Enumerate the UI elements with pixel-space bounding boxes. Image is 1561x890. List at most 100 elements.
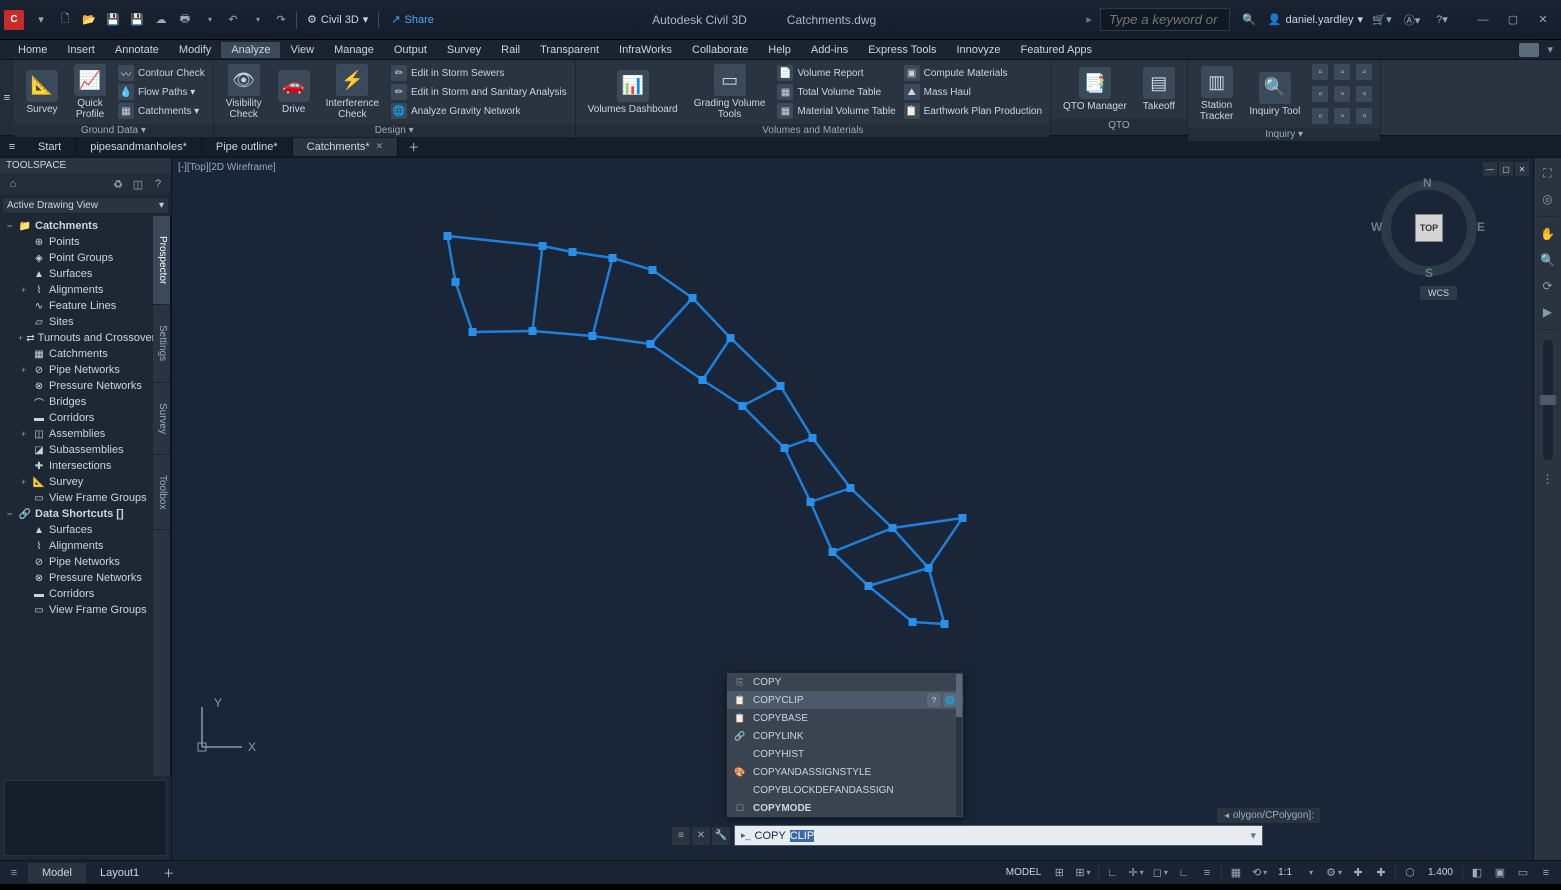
- autocomplete-item[interactable]: 🎨COPYANDASSIGNSTYLE: [727, 763, 963, 781]
- tree-node[interactable]: ▭View Frame Groups: [0, 490, 153, 506]
- ribbon-button[interactable]: 🔍Inquiry Tool: [1243, 70, 1306, 119]
- ribbon-button[interactable]: 📑QTO Manager: [1057, 65, 1133, 114]
- layout-tab[interactable]: Model: [28, 863, 86, 883]
- file-tab[interactable]: pipesandmanholes*: [76, 138, 202, 156]
- ribbon-button[interactable]: ▦Total Volume Table: [775, 83, 897, 101]
- viewcube-face[interactable]: TOP: [1415, 214, 1443, 242]
- tree-expand-icon[interactable]: +: [18, 365, 29, 375]
- tab-start[interactable]: Start: [24, 138, 76, 156]
- tree-expand-icon[interactable]: −: [4, 221, 15, 231]
- tree-node[interactable]: +⌇Alignments: [0, 282, 153, 298]
- status-grid-dd[interactable]: ⊞: [1071, 863, 1094, 883]
- status-clean-icon[interactable]: ▭: [1512, 863, 1534, 883]
- modeltabs-handle[interactable]: ≡: [0, 867, 28, 879]
- vtab-settings[interactable]: Settings: [153, 305, 170, 382]
- menu-home[interactable]: Home: [8, 42, 57, 58]
- open-icon[interactable]: 📂: [78, 9, 100, 31]
- ribbon-button[interactable]: 📄Volume Report: [775, 64, 897, 82]
- ribbon-button[interactable]: ⚡InterferenceCheck: [320, 62, 385, 122]
- workspace-dropdown[interactable]: ⚙ Civil 3D ▾: [301, 11, 374, 28]
- search-go-icon[interactable]: 🔍: [1238, 9, 1260, 31]
- ribbon-button[interactable]: 🚗Drive: [272, 68, 316, 117]
- cart-icon[interactable]: 🛒▾: [1371, 9, 1393, 31]
- close-icon[interactable]: ✕: [376, 141, 384, 152]
- ac-help-icon[interactable]: ?: [927, 693, 941, 707]
- menu-survey[interactable]: Survey: [437, 42, 491, 58]
- status-lwt-icon[interactable]: ≡: [1196, 863, 1218, 883]
- vtab-survey[interactable]: Survey: [153, 383, 170, 455]
- panel-title[interactable]: Ground Data ▾: [14, 124, 213, 137]
- file-tab[interactable]: Pipe outline*: [202, 138, 293, 156]
- tree-node[interactable]: ▭View Frame Groups: [0, 602, 153, 618]
- cmd-recent-icon[interactable]: ≡: [672, 827, 690, 845]
- ribbon-button[interactable]: 📊Volumes Dashboard: [582, 68, 684, 117]
- ribbon-button[interactable]: ✏Edit in Storm Sewers: [389, 64, 569, 82]
- undo-icon[interactable]: ↶: [222, 9, 244, 31]
- status-ortho-icon[interactable]: ∟: [1173, 863, 1195, 883]
- tree-node[interactable]: ◈Point Groups: [0, 250, 153, 266]
- tree-node[interactable]: ✚Intersections: [0, 458, 153, 474]
- ribbon-button[interactable]: 💧Flow Paths ▾: [116, 83, 207, 101]
- user-chip[interactable]: 👤 daniel.yardley ▾: [1268, 13, 1363, 26]
- status-transparency-icon[interactable]: ▦: [1225, 863, 1247, 883]
- menu-infraworks[interactable]: InfraWorks: [609, 42, 682, 58]
- viewcube[interactable]: TOP N S W E: [1379, 178, 1479, 278]
- save-icon[interactable]: 💾: [102, 9, 124, 31]
- file-tab[interactable]: Catchments*✕: [293, 138, 399, 156]
- maximize-button[interactable]: ▢: [1499, 8, 1527, 32]
- nav-zoom-slider[interactable]: [1543, 340, 1553, 460]
- tree-expand-icon[interactable]: −: [4, 509, 15, 519]
- nav-pan-icon[interactable]: ✋: [1537, 223, 1559, 245]
- ribbon-button[interactable]: ▦Material Volume Table: [775, 102, 897, 120]
- toolspace-view-dropdown[interactable]: Active Drawing View ▾: [2, 197, 169, 214]
- tree-node[interactable]: +⇄Turnouts and Crossovers: [0, 330, 153, 346]
- menu-manage[interactable]: Manage: [324, 42, 384, 58]
- panel-title[interactable]: Volumes and Materials: [576, 124, 1050, 137]
- menu-innovyze[interactable]: Innovyze: [946, 42, 1010, 58]
- tree-expand-icon[interactable]: +: [18, 429, 29, 439]
- tree-node[interactable]: ▱Sites: [0, 314, 153, 330]
- ribbon-button[interactable]: ▫: [1354, 62, 1374, 82]
- autodesk-icon[interactable]: Ⓐ▾: [1401, 9, 1423, 31]
- plot-icon[interactable]: 🖶: [174, 9, 196, 31]
- tree-node[interactable]: ▦Catchments: [0, 346, 153, 362]
- ribbon-button[interactable]: ▫: [1332, 84, 1352, 104]
- status-gear-icon[interactable]: ⚙: [1322, 863, 1346, 883]
- ribbon-button[interactable]: 🌐Analyze Gravity Network: [389, 102, 569, 120]
- autocomplete-item[interactable]: COPYHIST: [727, 745, 963, 763]
- tree-node[interactable]: ⌇Alignments: [0, 538, 153, 554]
- saveas-icon[interactable]: 💾: [126, 9, 148, 31]
- panel-title[interactable]: QTO: [1051, 119, 1187, 135]
- ribbon-button[interactable]: ▫: [1310, 84, 1330, 104]
- cmd-customize-icon[interactable]: 🔧: [712, 827, 730, 845]
- status-hardware-icon[interactable]: ▣: [1489, 863, 1511, 883]
- tree-node[interactable]: +◫Assemblies: [0, 426, 153, 442]
- nav-orbit-icon[interactable]: ⟳: [1537, 275, 1559, 297]
- tree-node[interactable]: ◪Subassemblies: [0, 442, 153, 458]
- app-icon[interactable]: C: [4, 10, 24, 30]
- ribbon-button[interactable]: ▫: [1310, 106, 1330, 126]
- menu-featured-apps[interactable]: Featured Apps: [1011, 42, 1103, 58]
- tree-node[interactable]: −📁Catchments: [0, 218, 153, 234]
- status-osnap-icon[interactable]: ◻: [1149, 863, 1172, 883]
- nav-more-icon[interactable]: ⋮: [1537, 468, 1559, 490]
- tree-node[interactable]: +⊘Pipe Networks: [0, 362, 153, 378]
- status-plus-icon[interactable]: ✚: [1347, 863, 1369, 883]
- menu-view[interactable]: View: [280, 42, 324, 58]
- ribbon-button[interactable]: ▤Takeoff: [1137, 65, 1181, 114]
- menu-modify[interactable]: Modify: [169, 42, 221, 58]
- plot-dd-icon[interactable]: [198, 9, 220, 31]
- tree-node[interactable]: ▲Surfaces: [0, 522, 153, 538]
- ribbon-button[interactable]: ▫: [1332, 62, 1352, 82]
- search-input[interactable]: [1100, 8, 1230, 31]
- command-input[interactable]: ▸_ COPYCLIP ▾: [734, 825, 1263, 846]
- menu-add-ins[interactable]: Add-ins: [801, 42, 858, 58]
- new-tab-button[interactable]: ＋: [398, 136, 429, 158]
- ac-internet-icon[interactable]: 🌐: [943, 693, 957, 707]
- nav-wheel-icon[interactable]: ◎: [1537, 188, 1559, 210]
- cmd-close-icon[interactable]: ✕: [692, 827, 710, 845]
- menu-toggle[interactable]: [1519, 43, 1539, 57]
- tree-expand-icon[interactable]: +: [18, 333, 23, 343]
- status-polar-icon[interactable]: ✛: [1125, 863, 1148, 883]
- ribbon-button[interactable]: ✏Edit in Storm and Sanitary Analysis: [389, 83, 569, 101]
